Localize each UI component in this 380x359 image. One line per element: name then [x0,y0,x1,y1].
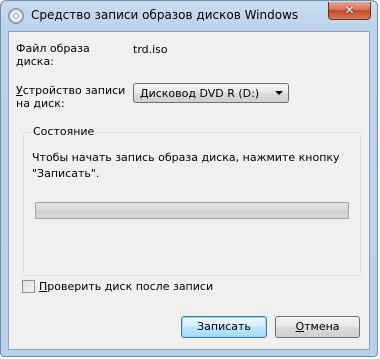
verify-disc-checkbox[interactable] [22,280,35,293]
window-title: Средство записи образов дисков Windows [31,8,299,22]
verify-disc-label[interactable]: Проверить диск после записи [39,280,213,293]
dialog-content: Файл образа диска: trd.iso Устройство за… [8,31,370,350]
close-button[interactable]: ✕ [328,2,371,20]
status-group-title: Состояние [31,125,97,138]
burner-device-selected: Дисковод DVD R (D:) [140,87,260,100]
cancel-button[interactable]: Отмена [275,316,360,338]
burn-button[interactable]: Записать [181,316,267,338]
disc-icon [8,8,24,24]
title-bar[interactable]: Средство записи образов дисков Windows ✕ [1,1,377,31]
status-message: Чтобы начать запись образа диска, нажмит… [32,151,340,180]
burner-device-label: Устройство записи на диск: [16,84,126,110]
image-file-label: Файл образа диска: [16,42,90,68]
close-icon: ✕ [344,3,355,17]
chevron-down-icon[interactable] [275,91,283,95]
burner-dialog-window: Средство записи образов дисков Windows ✕… [0,0,378,357]
image-file-value: trd.iso [133,43,168,56]
burn-progress-bar [35,202,349,219]
burner-device-select[interactable]: Дисковод DVD R (D:) [133,83,289,103]
